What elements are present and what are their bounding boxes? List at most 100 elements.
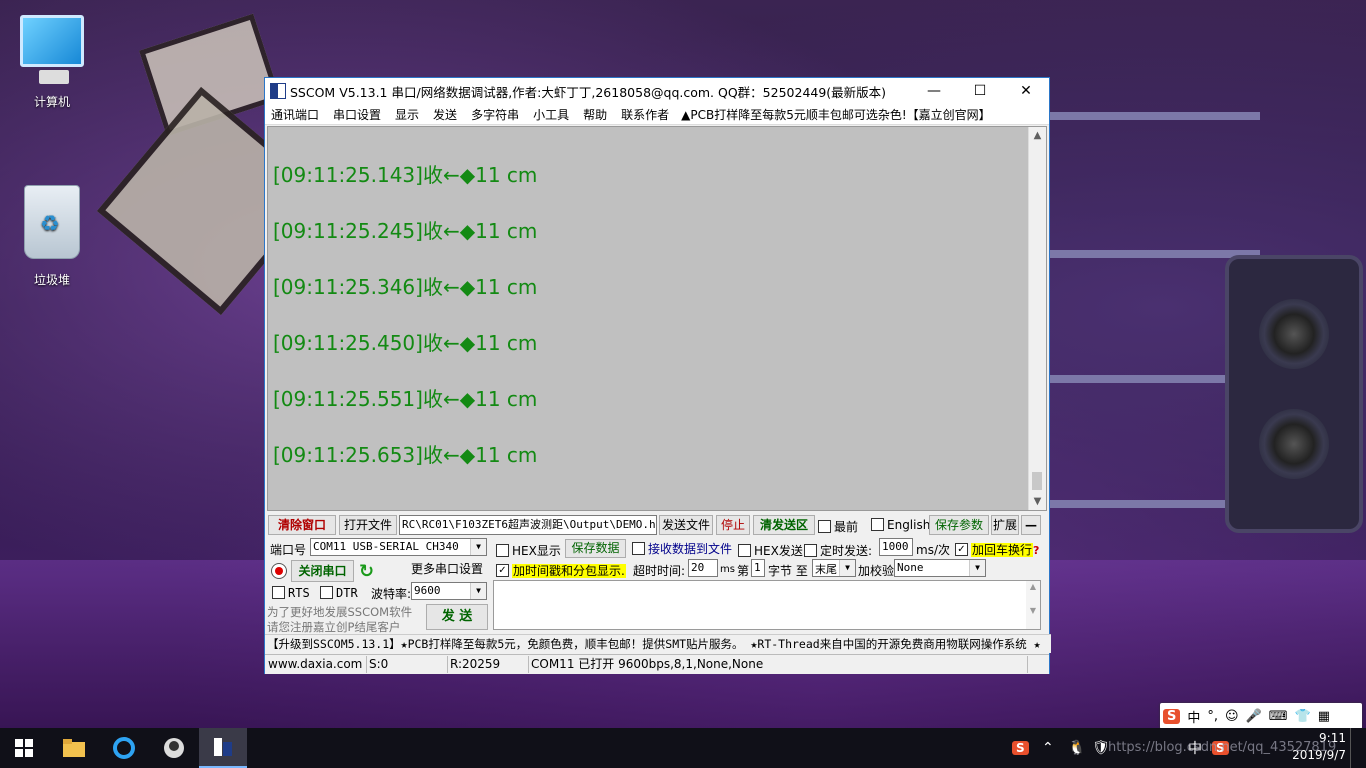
desktop-icon-label: 计算机 [33,95,70,109]
minimize-button[interactable]: — [911,78,957,104]
menu-bar: 通讯端口 串口设置 显示 发送 多字符串 小工具 帮助 联系作者 ▲PCB打样降… [265,104,1049,125]
ime-voice-icon[interactable]: 🎤 [1246,709,1262,724]
stop-button[interactable]: 停止 [716,515,750,535]
ime-punctuation-icon[interactable]: °, [1207,709,1218,724]
menu-display[interactable]: 显示 [395,106,419,123]
receive-line: [09:11:25.245]收←◆11 cm [273,219,538,243]
sogou-tray-icon[interactable]: S [1012,741,1029,755]
recv-to-file-checkbox[interactable]: 接收数据到文件 [632,540,732,557]
qq-tray-icon[interactable]: 🐧 [1068,728,1085,768]
timed-send-checkbox[interactable]: 定时发送: [804,542,872,559]
ime-chinese-mode-icon[interactable]: 中 [1187,707,1200,726]
rts-checkbox[interactable]: RTS [272,586,310,600]
timeout-label: 超时时间: [633,564,686,578]
byte-to-label: 字节 至 [768,564,808,578]
title-bar[interactable]: SSCOM V5.13.1 串口/网络数据调试器,作者:大虾丁丁,2618058… [265,78,1049,104]
collapse-button[interactable]: — [1021,515,1041,535]
file-path-input[interactable]: RC\RC01\F103ZET6超声波测距\Output\DEMO.hex [399,515,657,535]
timestamp-checkbox[interactable]: ✓ 加时间戳和分包显示. [496,562,626,579]
scroll-thumb[interactable] [1032,472,1042,490]
status-received-count: R:20259 [447,656,529,673]
english-checkbox[interactable]: English [871,518,930,532]
ime-skin-icon[interactable]: 👕 [1295,709,1311,724]
close-port-button[interactable]: 关闭串口 [291,560,354,582]
recycle-bin-icon: ♻ [24,185,80,259]
send-text-area[interactable]: ▲ ▼ [493,580,1041,630]
maximize-button[interactable]: ☐ [957,78,1003,104]
port-select-value: COM11 USB-SERIAL CH340 [313,540,459,553]
sscom-app-icon [270,83,286,99]
user-avatar-icon[interactable] [150,728,198,768]
menu-multi-string[interactable]: 多字符串 [471,106,519,123]
add-crlf-checkbox[interactable]: ✓ 加回车换行 [955,541,1034,558]
refresh-icon[interactable]: ↻ [359,561,374,582]
topmost-checkbox[interactable]: 最前 [818,518,858,535]
hex-display-checkbox[interactable]: HEX显示 [496,542,561,559]
computer-icon [20,15,84,84]
hex-send-checkbox[interactable]: HEX发送 [738,542,803,559]
help-icon[interactable]: ? [1033,544,1039,557]
menu-comm-port[interactable]: 通讯端口 [271,106,319,123]
desktop-icon-recycle-bin[interactable]: ♻ 垃圾堆 [12,185,92,288]
nth-label: 第 [737,564,750,578]
file-explorer-icon[interactable] [50,728,98,768]
topmost-label: 最前 [834,520,859,534]
show-desktop-button[interactable] [1350,728,1359,768]
menu-promo-link[interactable]: ▲PCB打样降至每款5元顺丰包邮可选杂色!【嘉立创官网】 [681,106,991,123]
send-file-button[interactable]: 发送文件 [659,515,713,535]
expand-button[interactable]: 扩展 [991,515,1019,535]
clear-send-button[interactable]: 清发送区 [753,515,815,535]
checksum-select[interactable]: None ▼ [894,559,986,577]
interval-input[interactable]: 1000 [879,538,913,556]
status-site[interactable]: www.daxia.com [265,656,367,673]
sogou-logo-icon[interactable]: S [1163,708,1181,724]
more-serial-settings-link[interactable]: 更多串口设置 [411,560,483,577]
browser-icon[interactable] [100,728,148,768]
windows-start-icon[interactable] [0,728,48,768]
tray-overflow-icon[interactable]: ⌃ [1042,728,1054,768]
status-bar: www.daxia.com S:0 R:20259 COM11 已打开 9600… [265,654,1049,674]
dtr-checkbox[interactable]: DTR [320,586,358,600]
interval-unit: ms/次 [916,543,950,557]
scroll-down-icon[interactable]: ▼ [1029,493,1046,510]
port-select[interactable]: COM11 USB-SERIAL CH340 ▼ [310,538,487,556]
promo-ticker[interactable]: 【升级到SSCOM5.13.1】★PCB打样降至每款5元，免颜色费，顺丰包邮！提… [265,634,1051,653]
receive-area[interactable]: [09:11:25.143]收←◆11 cm [09:11:25.245]收←◆… [267,126,1047,511]
menu-help[interactable]: 帮助 [583,106,607,123]
port-label: 端口号 [270,543,307,557]
open-file-button[interactable]: 打开文件 [339,515,397,535]
save-data-button[interactable]: 保存数据 [565,539,626,558]
sscom-taskbar-icon[interactable] [199,728,247,768]
menu-send[interactable]: 发送 [433,106,457,123]
ime-toolbox-icon[interactable]: ▦ [1318,709,1330,724]
menu-serial-settings[interactable]: 串口设置 [333,106,381,123]
send-button[interactable]: 发 送 [426,604,488,630]
ime-emoji-icon[interactable]: ☺ [1225,709,1239,724]
add-crlf-label: 加回车换行 [971,543,1034,557]
nth-input[interactable]: 1 [751,559,765,577]
receive-scrollbar[interactable]: ▲ ▼ [1028,127,1046,510]
hex-send-label: HEX发送 [754,544,803,558]
send-scrollbar[interactable]: ▲ ▼ [1026,581,1040,629]
end-select[interactable]: 末尾 ▼ [812,559,856,577]
timeout-input[interactable]: 20 [688,559,718,577]
save-params-button[interactable]: 保存参数 [929,515,989,535]
chevron-down-icon: ▼ [839,560,855,576]
close-button[interactable]: ✕ [1003,78,1049,104]
scroll-up-icon[interactable]: ▲ [1029,127,1046,144]
desktop-icon-computer[interactable]: 计算机 [12,15,92,110]
timeout-unit: ms [720,564,735,575]
ime-keyboard-icon[interactable]: ⌨ [1269,709,1288,724]
baud-select[interactable]: 9600 ▼ [411,582,487,600]
menu-tools[interactable]: 小工具 [533,106,569,123]
checksum-label: 加校验 [858,564,895,578]
window-title: SSCOM V5.13.1 串口/网络数据调试器,作者:大虾丁丁,2618058… [290,84,887,100]
menu-contact[interactable]: 联系作者 [621,106,669,123]
clear-window-button[interactable]: 清除窗口 [268,515,336,535]
baud-label: 波特率: [371,587,412,601]
port-status-indicator [271,563,287,579]
english-label: English [887,518,931,532]
ime-toolbar: S 中 °, ☺ 🎤 ⌨ 👕 ▦ [1160,703,1362,729]
receive-line: [09:11:25.143]收←◆11 cm [273,163,538,187]
register-notice-line2: 请您注册嘉立创P结尾客户 [267,620,401,634]
